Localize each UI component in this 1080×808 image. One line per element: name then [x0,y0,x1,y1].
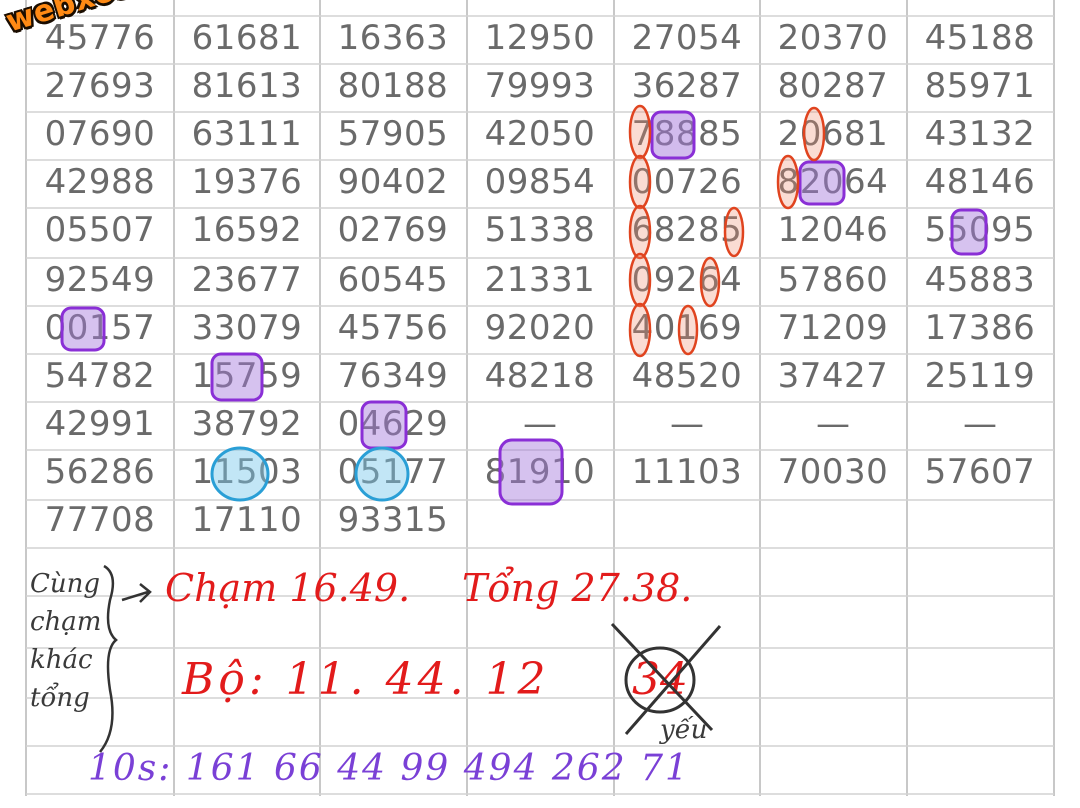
orange-oval-mark [776,154,800,210]
orange-oval-mark [628,104,652,160]
brace-mark [99,564,118,753]
purple-mark [498,438,564,506]
purple-mark [360,400,408,450]
blue-circle-mark [354,446,410,502]
purple-mark [798,160,846,206]
annotation-marks [60,104,988,753]
orange-oval-mark [628,204,652,260]
orange-oval-mark [628,154,652,210]
orange-oval-mark [723,206,745,258]
orange-oval-mark [699,256,721,308]
purple-mark [210,352,264,402]
blue-circle-mark [210,446,270,502]
orange-oval-mark [677,304,699,356]
crossed-circle-mark [624,646,696,714]
arrow-mark [121,583,152,603]
purple-mark [650,110,696,160]
orange-oval-mark [628,302,652,358]
cross-out-mark [610,622,722,735]
orange-oval-mark [628,252,652,308]
purple-mark [60,306,106,352]
purple-mark [950,208,988,256]
orange-oval-mark [802,106,826,162]
